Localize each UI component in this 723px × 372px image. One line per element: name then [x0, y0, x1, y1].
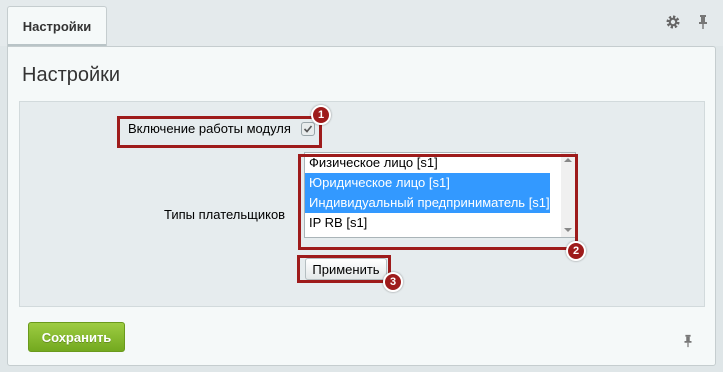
apply-button[interactable]: Применить	[305, 258, 387, 280]
tab-settings[interactable]: Настройки	[7, 6, 107, 46]
listbox-scrollbar[interactable]	[561, 153, 575, 237]
payer-types-label: Типы плательщиков	[164, 207, 286, 222]
settings-panel: Настройки Включение работы модуля Типы п…	[7, 46, 716, 366]
payer-type-option[interactable]: Физическое лицо [s1]	[305, 153, 550, 173]
annotation-badge: 2	[566, 241, 586, 261]
payer-type-option[interactable]: Юридическое лицо [s1]	[305, 173, 550, 193]
gear-icon[interactable]	[665, 14, 681, 30]
payer-types-listbox[interactable]: Физическое лицо [s1] Юридическое лицо [s…	[304, 152, 576, 238]
tab-toolbar	[665, 14, 711, 30]
payer-type-option[interactable]: Индивидуальный предприниматель [s1]	[305, 193, 550, 213]
enable-module-checkbox[interactable]	[301, 122, 315, 136]
annotation-badge: 3	[383, 272, 403, 292]
pin-icon[interactable]	[681, 333, 695, 349]
annotation-badge: 1	[311, 105, 331, 125]
payer-type-option[interactable]: IP RB [s1]	[305, 213, 550, 233]
pin-icon[interactable]	[695, 14, 711, 30]
check-icon	[303, 125, 313, 133]
tab-bar: Настройки	[0, 0, 723, 46]
scroll-down-icon[interactable]	[564, 228, 572, 232]
scroll-up-icon[interactable]	[564, 158, 572, 162]
enable-module-label: Включение работы модуля	[128, 121, 291, 136]
save-button[interactable]: Сохранить	[28, 322, 125, 352]
page-title: Настройки	[22, 64, 121, 86]
